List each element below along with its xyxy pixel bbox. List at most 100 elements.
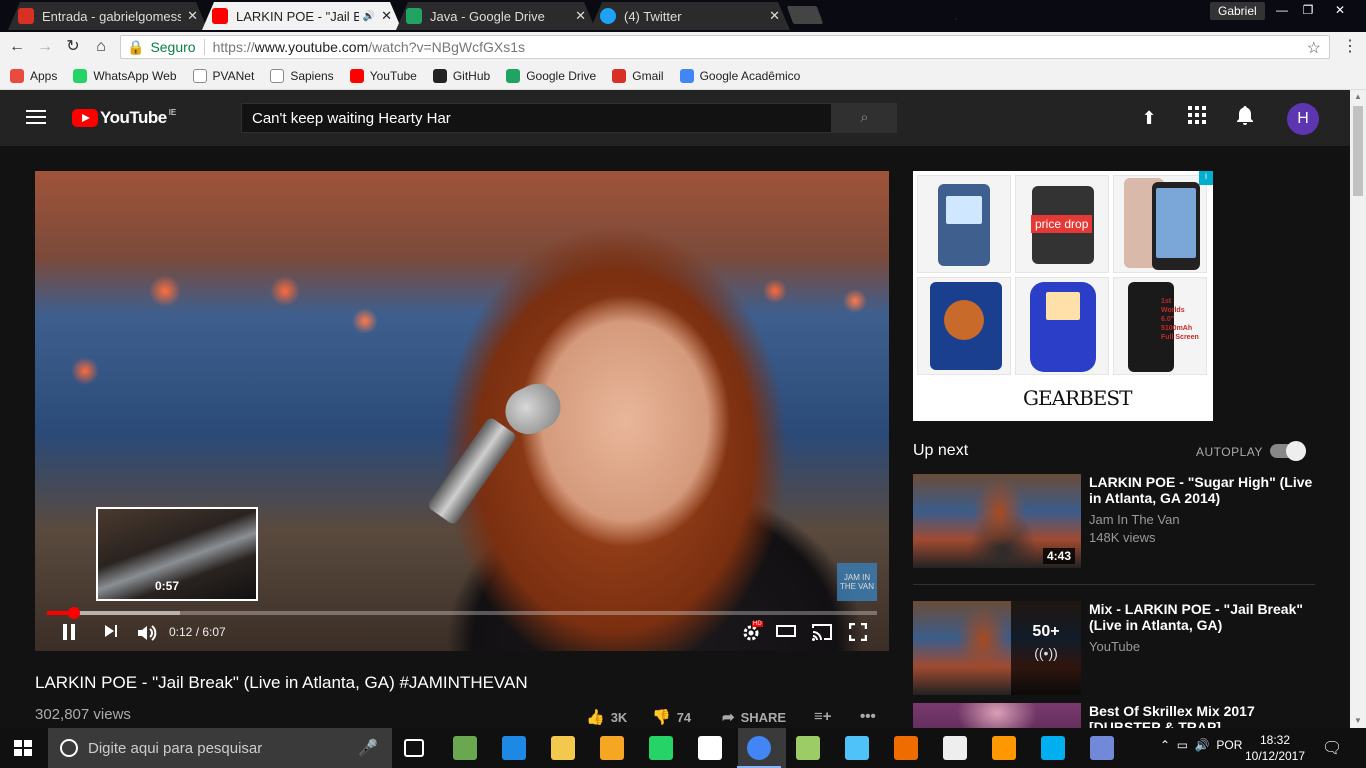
close-window-icon[interactable]: ✕ — [1326, 0, 1354, 20]
audio-playing-icon[interactable]: 🔊 — [363, 11, 375, 22]
next-video-icon[interactable] — [103, 623, 119, 643]
cast-icon[interactable] — [811, 623, 833, 643]
channel-name[interactable]: Jam In The Van — [1089, 512, 1180, 527]
add-to-playlist-icon[interactable]: ≡+ — [814, 708, 838, 725]
bookmark-star-icon[interactable]: ☆ — [1307, 38, 1321, 58]
minimize-icon[interactable]: — — [1268, 0, 1296, 20]
bookmark-google-drive[interactable]: Google Drive — [506, 68, 596, 83]
scrollbar-thumb[interactable] — [1353, 106, 1363, 196]
ad-product-image — [917, 175, 1011, 273]
recommended-video[interactable]: 4:43 LARKIN POE - "Sugar High" (Live in … — [913, 474, 1323, 569]
clock[interactable]: 18:32 10/12/2017 — [1240, 732, 1310, 764]
hamburger-menu-icon[interactable] — [26, 110, 46, 124]
discord-icon[interactable] — [1090, 736, 1114, 760]
chrome-menu-icon[interactable]: ⋮ — [1342, 36, 1358, 56]
edge-icon[interactable] — [502, 736, 526, 760]
system-tray[interactable]: ⌃ ▭ 🔊 POR — [1160, 738, 1242, 752]
close-tab-icon[interactable]: ✕ — [769, 8, 780, 24]
bookmark-github[interactable]: GitHub — [432, 68, 490, 83]
bookmark-gmail[interactable]: Gmail — [612, 68, 664, 83]
page-icon — [192, 68, 207, 83]
windows-start-icon[interactable] — [14, 740, 32, 756]
recommended-video[interactable]: Best Of Skrillex Mix 2017 [DUBSTEP & TRA… — [913, 703, 1323, 728]
ad-info-icon[interactable]: i — [1199, 171, 1213, 185]
more-actions-icon[interactable]: ••• — [860, 708, 882, 725]
microphone-icon[interactable]: 🎤 — [358, 738, 378, 758]
bookmark-pvanet[interactable]: PVANet — [192, 68, 254, 83]
account-avatar[interactable]: H — [1287, 103, 1319, 135]
dislike-button[interactable]: 👎 74 — [652, 708, 691, 726]
close-tab-icon[interactable]: ✕ — [381, 8, 392, 24]
bookmark-sapiens[interactable]: Sapiens — [270, 68, 334, 83]
notifications-bell-icon[interactable] — [1233, 106, 1257, 130]
speaker-icon: 🔊 — [1194, 738, 1210, 752]
close-tab-icon[interactable]: ✕ — [575, 8, 586, 24]
channel-watermark[interactable]: JAM IN THE VAN — [837, 563, 877, 601]
netbeans-icon[interactable] — [943, 736, 967, 760]
video-title[interactable]: Mix - LARKIN POE - "Jail Break" (Live in… — [1089, 601, 1317, 633]
taskbar-search-input[interactable]: Digite aqui para pesquisar 🎤 — [48, 728, 392, 768]
video-thumbnail[interactable]: 4:43 — [913, 474, 1081, 568]
channel-name[interactable]: YouTube — [1089, 639, 1140, 654]
skype-icon[interactable] — [1041, 736, 1065, 760]
search-input[interactable]: Can't keep waiting Hearty Har — [241, 103, 832, 133]
android-studio-icon[interactable] — [796, 736, 820, 760]
video-title[interactable]: Best Of Skrillex Mix 2017 [DUBSTEP & TRA… — [1089, 703, 1317, 728]
video-title[interactable]: LARKIN POE - "Sugar High" (Live in Atlan… — [1089, 474, 1317, 506]
upload-icon[interactable]: ⬆ — [1137, 106, 1161, 130]
video-thumbnail[interactable] — [913, 703, 1081, 728]
fullscreen-icon[interactable] — [848, 622, 868, 643]
tab-twitter[interactable]: (4) Twitter ✕ — [590, 2, 790, 30]
thumbs-down-icon: 👎 — [652, 709, 671, 726]
forward-icon[interactable]: → — [34, 36, 56, 58]
bookmark-apps[interactable]: Apps — [10, 68, 57, 83]
bookmark-google-acad-mico[interactable]: Google Acadêmico — [679, 68, 800, 83]
new-tab-button[interactable] — [786, 6, 824, 24]
tab-google-drive[interactable]: Java - Google Drive ✕ — [396, 2, 596, 30]
apps-grid-icon[interactable] — [1185, 106, 1209, 130]
tab-youtube[interactable]: LARKIN POE - "Jail Bre 🔊 ✕ — [202, 2, 402, 30]
theater-mode-icon[interactable] — [776, 623, 796, 643]
action-center-icon[interactable]: 🗨 — [1322, 738, 1342, 758]
tab-gmail[interactable]: Entrada - gabrielgomess ✕ — [8, 2, 208, 30]
store-icon[interactable] — [600, 736, 624, 760]
sublime-icon[interactable] — [992, 736, 1016, 760]
autoplay-toggle[interactable] — [1270, 441, 1306, 461]
mix-overlay: 50+ ((•)) — [1011, 601, 1081, 695]
restore-icon[interactable]: ❐ — [1294, 0, 1322, 20]
youtube-logo[interactable]: YouTube IE — [72, 108, 176, 128]
progress-bar[interactable] — [47, 607, 877, 619]
mix-radio-icon: ((•)) — [1034, 645, 1058, 661]
mail-icon[interactable] — [698, 736, 722, 760]
home-icon[interactable]: ⌂ — [90, 36, 112, 58]
volume-icon[interactable] — [136, 623, 158, 643]
paint-icon[interactable] — [453, 736, 477, 760]
chrome-icon[interactable] — [737, 736, 781, 768]
bookmark-whatsapp-web[interactable]: WhatsApp Web — [73, 68, 177, 83]
virtualbox-icon[interactable] — [845, 736, 869, 760]
profile-name[interactable]: Gabriel — [1210, 2, 1265, 20]
scroll-up-icon[interactable]: ▲ — [1354, 92, 1362, 101]
pause-icon[interactable] — [61, 623, 77, 643]
recommended-mix[interactable]: 50+ ((•)) Mix - LARKIN POE - "Jail Break… — [913, 601, 1323, 696]
whatsapp-icon[interactable] — [649, 736, 673, 760]
file-explorer-icon[interactable] — [551, 736, 575, 760]
back-icon[interactable]: ← — [6, 36, 28, 58]
address-bar[interactable]: 🔒 Seguro https://www.youtube.com/watch?v… — [120, 35, 1330, 59]
xampp-icon[interactable] — [894, 736, 918, 760]
video-thumbnail[interactable]: 50+ ((•)) — [913, 601, 1081, 695]
share-button[interactable]: ➦ SHARE — [722, 708, 786, 726]
video-player[interactable]: JAM IN THE VAN 0:57 0:12 / 6:07 HD — [35, 171, 889, 651]
reload-icon[interactable]: ↻ — [62, 36, 84, 58]
like-button[interactable]: 👍 3K — [586, 708, 627, 726]
sidebar-ad[interactable]: price drop 1st Worlds 6.0" 5100mAh Full … — [913, 171, 1213, 421]
bookmark-youtube[interactable]: YouTube — [349, 68, 417, 83]
youtube-play-logo-icon — [72, 109, 98, 127]
scrubber-handle[interactable] — [68, 607, 81, 619]
page-scrollbar[interactable]: ▲ ▼ — [1350, 90, 1366, 728]
google-drive-icon — [506, 68, 521, 83]
search-button[interactable]: ⌕ — [832, 103, 897, 133]
task-view-icon[interactable] — [404, 739, 424, 757]
close-tab-icon[interactable]: ✕ — [187, 8, 198, 24]
scroll-down-icon[interactable]: ▼ — [1354, 716, 1362, 725]
